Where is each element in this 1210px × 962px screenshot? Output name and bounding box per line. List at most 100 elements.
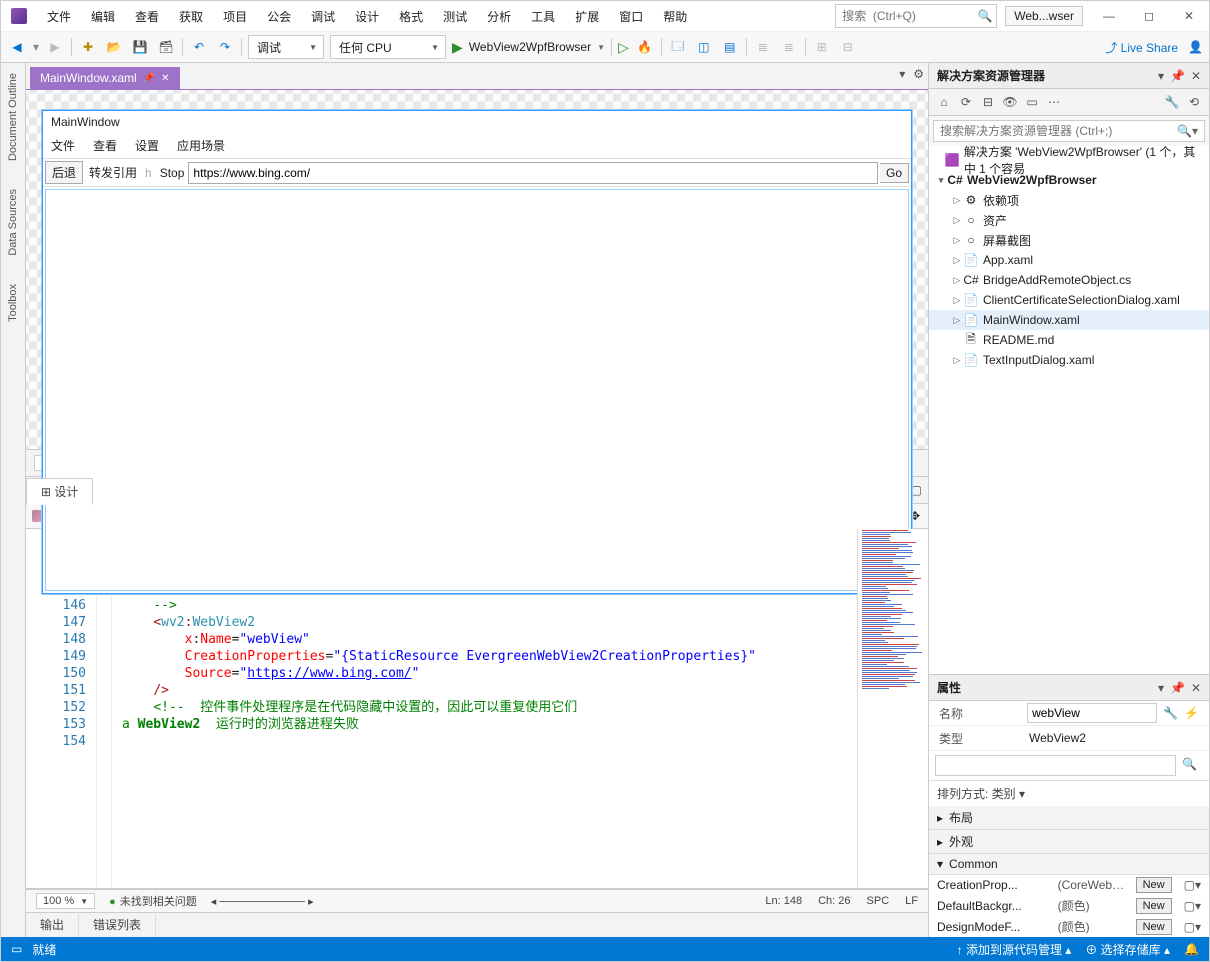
design-tab[interactable]: ⊞ 设计 (26, 478, 93, 505)
pin-icon[interactable]: 📌 (143, 73, 155, 84)
tree-node[interactable]: 🟪解决方案 'WebView2WpfBrowser' (1 个，其中 1 个容易 (929, 150, 1209, 170)
search-icon[interactable]: 🔍▾ (1171, 121, 1204, 141)
document-tab[interactable]: MainWindow.xaml📌✕ (30, 67, 180, 89)
tree-node[interactable]: 🗎README.md (929, 330, 1209, 350)
config-combo[interactable]: 调试▼ (248, 35, 324, 59)
space-mode[interactable]: SPC (867, 895, 890, 907)
side-tab[interactable]: Document Outline (5, 69, 21, 165)
menu-测试[interactable]: 测试 (433, 3, 477, 30)
minimize-button[interactable]: — (1089, 1, 1129, 31)
designer-preview-window[interactable]: MainWindow 文件查看设置应用场景 后退 转发引用 h Stop Go (42, 110, 912, 594)
preview-go-button[interactable]: Go (880, 163, 909, 183)
start-noDebug-icon[interactable]: ▷ (618, 39, 629, 56)
close-tab-icon[interactable]: ✕ (161, 73, 169, 84)
menu-公会[interactable]: 公会 (257, 3, 301, 30)
tree-node[interactable]: ▷📄TextInputDialog.xaml (929, 350, 1209, 370)
prop-name-input[interactable] (1027, 703, 1157, 723)
prop-category[interactable]: ▾Common (929, 854, 1209, 875)
tool-icon-3[interactable]: ▤ (720, 37, 740, 57)
solution-search[interactable]: 🔍▾ (933, 120, 1205, 142)
preview-webview-canvas[interactable] (45, 189, 909, 591)
tab-overflow-icon[interactable]: ▾ (899, 67, 905, 81)
tree-node[interactable]: ▷📄ClientCertificateSelectionDialog.xaml (929, 290, 1209, 310)
select-repo[interactable]: ⊕ 选择存储库 ▴ (1085, 941, 1170, 958)
side-tab[interactable]: Toolbox (5, 280, 21, 326)
start-play-icon[interactable]: ▶ (452, 39, 463, 56)
tool-icon-2[interactable]: ◫ (694, 37, 714, 57)
prop-row[interactable]: DefaultBackgr...(颜色)New▢▾ (929, 895, 1209, 916)
save-icon[interactable]: 💾 (130, 37, 150, 57)
prop-row[interactable]: CreationProp...(CoreWebVi...New▢▾ (929, 875, 1209, 895)
pin-icon[interactable]: 📌 (1170, 69, 1185, 83)
menu-项目[interactable]: 项目 (213, 3, 257, 30)
menu-窗口[interactable]: 窗口 (609, 3, 653, 30)
close-button[interactable]: ✕ (1169, 1, 1209, 31)
global-search[interactable]: 🔍 (835, 4, 997, 28)
preview-back-button[interactable]: 后退 (45, 161, 83, 184)
prop-category[interactable]: ▸布局 (929, 806, 1209, 830)
global-search-input[interactable] (836, 8, 974, 24)
undo-icon[interactable]: ↶ (189, 37, 209, 57)
tree-node[interactable]: ▷C#BridgeAddRemoteObject.cs (929, 270, 1209, 290)
sync-icon[interactable]: ⟳ (957, 93, 975, 111)
bottom-tab[interactable]: 错误列表 (79, 912, 156, 937)
menu-编辑[interactable]: 编辑 (81, 3, 125, 30)
open-icon[interactable]: 📂 (104, 37, 124, 57)
tree-node[interactable]: ▷○屏幕截图 (929, 230, 1209, 250)
tree-node[interactable]: ▷⚙依赖项 (929, 190, 1209, 210)
save-all-icon[interactable]: 🗃 (156, 37, 176, 57)
tool-icon-1[interactable]: 🗔 (668, 37, 688, 57)
account-icon[interactable]: 👤 (1188, 40, 1203, 54)
side-tab[interactable]: Data Sources (5, 185, 21, 260)
wrench-icon[interactable]: 🔧 (1163, 93, 1181, 111)
preview-forward-button[interactable]: 转发引用 (85, 164, 141, 181)
search-icon[interactable]: 🔍 (974, 9, 996, 23)
solution-search-input[interactable] (934, 121, 1171, 141)
col-indicator[interactable]: Ch: 26 (818, 895, 850, 907)
redo-icon[interactable]: ↷ (215, 37, 235, 57)
menu-帮助[interactable]: 帮助 (653, 3, 697, 30)
live-share-button[interactable]: ⤴ Live Share (1105, 39, 1178, 56)
minimap[interactable] (857, 529, 928, 888)
add-source-control[interactable]: ↑ 添加到源代码管理 ▴ (957, 941, 1072, 958)
menu-获取[interactable]: 获取 (169, 3, 213, 30)
tree-node[interactable]: ▷📄App.xaml (929, 250, 1209, 270)
collapse-all-icon[interactable]: ⊟ (979, 93, 997, 111)
editor-zoom[interactable]: 100 %▼ (36, 893, 95, 909)
view-icon[interactable]: ▭ (1023, 93, 1041, 111)
bottom-tab[interactable]: 输出 (26, 912, 79, 937)
prop-row[interactable]: DesignModeF...(颜色)New▢▾ (929, 916, 1209, 937)
maximize-button[interactable]: ◻ (1129, 1, 1169, 31)
line-indicator[interactable]: Ln: 148 (765, 895, 802, 907)
preview-stop-button[interactable]: Stop (156, 166, 189, 180)
prop-search-input[interactable] (935, 755, 1176, 776)
menu-设计[interactable]: 设计 (345, 3, 389, 30)
menu-工具[interactable]: 工具 (521, 3, 565, 30)
menu-调试[interactable]: 调试 (301, 3, 345, 30)
menu-查看[interactable]: 查看 (125, 3, 169, 30)
eol-mode[interactable]: LF (905, 895, 918, 907)
arrange-by[interactable]: 排列方式: 类别 ▾ (929, 781, 1209, 806)
menu-分析[interactable]: 分析 (477, 3, 521, 30)
menu-格式[interactable]: 格式 (389, 3, 433, 30)
show-all-icon[interactable]: 👁 (1001, 93, 1019, 111)
tab-settings-icon[interactable]: ⚙ (913, 67, 924, 81)
tree-node[interactable]: ▷📄MainWindow.xaml (929, 310, 1209, 330)
panel-menu-icon[interactable]: ▾ (1158, 69, 1164, 83)
start-target[interactable]: WebView2WpfBrowser (469, 40, 591, 54)
menu-文件[interactable]: 文件 (37, 3, 81, 30)
notifications-icon[interactable]: 🔔 (1184, 942, 1199, 956)
prop-category[interactable]: ▸外观 (929, 830, 1209, 854)
new-item-icon[interactable]: ✚ (78, 37, 98, 57)
collapse-icon[interactable]: ▢ (911, 483, 922, 497)
hot-reload-icon[interactable]: 🔥 (635, 37, 655, 57)
preview-url-input[interactable] (188, 162, 878, 184)
platform-combo[interactable]: 任何 CPU▼ (330, 35, 446, 59)
tree-node[interactable]: ▷○资产 (929, 210, 1209, 230)
solution-tree[interactable]: 🟪解决方案 'WebView2WpfBrowser' (1 个，其中 1 个容易… (929, 146, 1209, 674)
nav-back-icon[interactable]: ◀ (7, 37, 27, 57)
project-pill[interactable]: Web...wser (1005, 6, 1083, 26)
menu-扩展[interactable]: 扩展 (565, 3, 609, 30)
close-panel-icon[interactable]: ✕ (1191, 69, 1201, 83)
home-icon[interactable]: ⌂ (935, 93, 953, 111)
